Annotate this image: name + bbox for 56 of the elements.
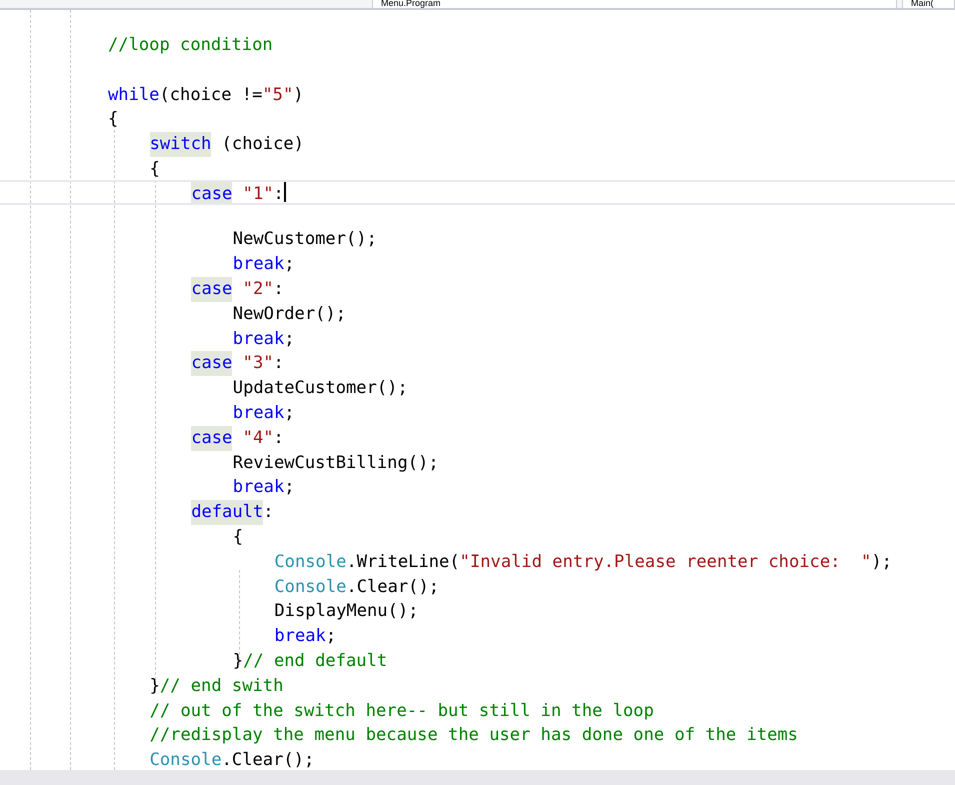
code-text: (choice) [220,133,304,156]
code-text: { [108,108,118,132]
keyword: case [191,182,232,203]
horizontal-scrollbar[interactable] [0,770,955,785]
code-comment: // end default [243,650,388,673]
keyword: default [191,500,264,525]
code-text: } [232,650,244,673]
code-text: (choice != [159,84,262,107]
code-text: : [274,426,284,450]
code-text: UpdateCustomer(); [232,377,408,400]
code-text: NewOrder(); [232,302,346,326]
code-comment: //redisplay the menu because the user has done one of the items [150,724,798,748]
keyword: case [191,426,232,451]
keyword: case [191,351,232,376]
code-text: : [274,278,284,301]
code-text: ); [871,550,892,574]
string-literal: "4" [242,426,274,450]
keyword: break [232,402,284,425]
code-text: ReviewCustBilling(); [232,452,439,475]
string-literal: "1" [242,182,274,203]
string-literal: "2" [242,278,274,301]
code-text: : [274,182,284,203]
code-text: DisplayMenu(); [274,600,418,624]
dropdown[interactable]: Menu.Program [372,0,897,8]
code-text: NewCustomer(); [232,228,377,252]
keyword: break [232,328,284,351]
keyword: break [232,476,284,500]
code-text: ; [284,476,295,500]
code-text: : [263,501,274,524]
code-text: ; [284,402,295,425]
string-literal: "Invalid entry.Please reenter choice: " [460,550,872,574]
keyword: break [232,253,284,276]
code-comment: // out of the switch here-- but still in the loop [150,700,654,723]
keyword: while [108,84,160,107]
string-literal: "3" [242,352,274,376]
text-cursor [284,182,286,202]
code-text: ; [326,625,336,648]
code-text: .WriteLine( [346,550,460,574]
code-text: { [232,526,244,549]
code-comment: // end swith [160,674,284,698]
type-name: Console [274,576,346,599]
string-literal: "5" [262,84,294,107]
code-text: .Clear(); [346,576,440,599]
code-text: ; [284,253,295,276]
code-text: } [150,674,160,698]
code-text: ; [284,328,295,351]
type-name: Console [274,550,346,574]
keyword: case [191,276,232,302]
code-text: .Clear(); [222,749,314,770]
code-text: { [150,158,160,181]
keyword: switch [150,132,212,157]
code-text: ) [293,84,304,107]
type-name: Console [150,749,222,770]
code-comment: //loop condition [108,34,273,57]
keyword: break [274,625,326,648]
code-text: : [274,352,284,376]
